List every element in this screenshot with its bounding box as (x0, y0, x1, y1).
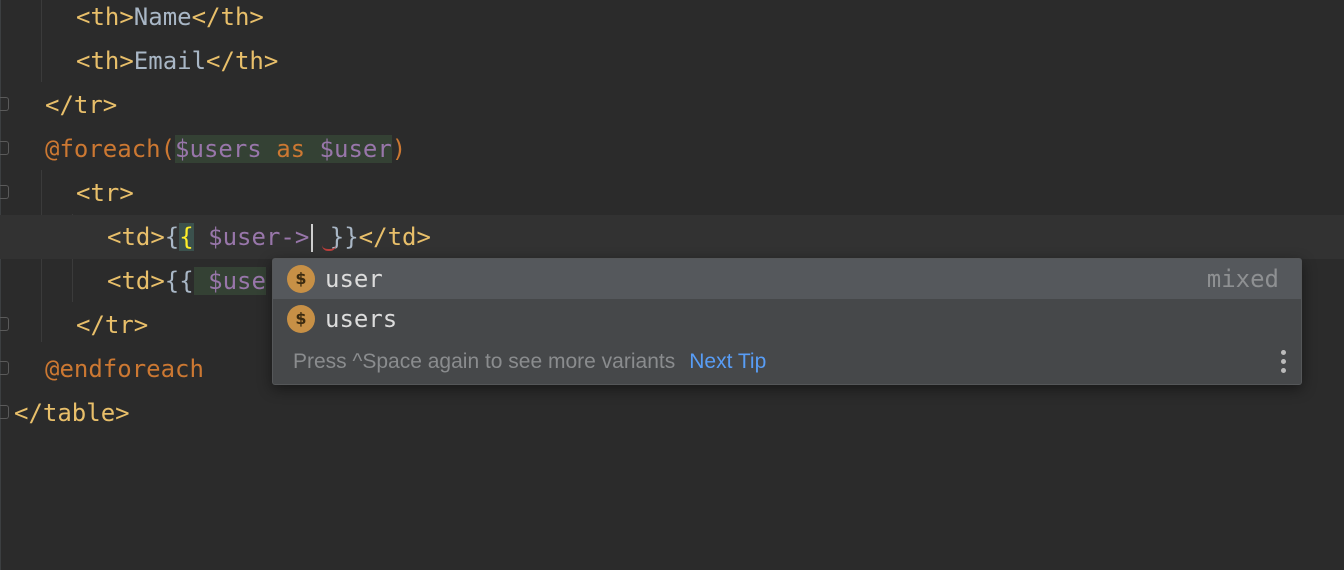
tag-token: <td> (107, 267, 165, 295)
completion-hint: Press ^Space again to see more variants (293, 350, 676, 373)
tag-token: <th> (76, 47, 134, 75)
code-line[interactable]: <th>Name</th> (0, 0, 1344, 39)
more-options-icon[interactable] (1281, 350, 1287, 376)
tag-token: </td> (358, 223, 431, 251)
brace-highlight: { (179, 223, 194, 251)
code-line[interactable]: </tr> (0, 83, 1344, 127)
completion-footer: Press ^Space again to see more variants N… (293, 343, 766, 381)
tag-token: <th> (76, 3, 134, 31)
completion-item[interactable]: $ users (273, 299, 1301, 339)
code-editor[interactable]: <th>Name</th> <th>Email</th> </tr> @fore… (0, 0, 1344, 570)
next-tip-link[interactable]: Next Tip (689, 350, 766, 373)
directive-token: @endforeach (45, 355, 204, 383)
tag-token: <td> (107, 223, 165, 251)
tag-token: </th> (206, 47, 279, 75)
directive-token: ) (391, 135, 407, 163)
directive-token: @foreach( (45, 135, 176, 163)
code-line-current[interactable]: <td>{{ $user-> }}</td> (0, 215, 1344, 259)
completion-popup[interactable]: $ user mixed $ users Press ^Space again … (272, 258, 1302, 385)
brace-token: {{ (164, 267, 194, 295)
text-token: Name (133, 3, 192, 31)
variable-token: $users (175, 135, 262, 163)
tag-token: </table> (14, 399, 130, 427)
completion-item-type: mixed (1206, 265, 1279, 293)
variable-token: $user-> (208, 223, 310, 251)
tag-token: </tr> (45, 91, 118, 119)
variable-token: $user (319, 135, 392, 163)
variable-token: $use (208, 267, 266, 295)
variable-icon: $ (287, 305, 315, 333)
text-caret (311, 224, 314, 252)
text-token: Email (133, 47, 207, 75)
tag-token: </tr> (76, 311, 149, 339)
code-line[interactable]: </table> (0, 391, 1344, 435)
brace-token: { (164, 223, 180, 251)
completion-item[interactable]: $ user mixed (273, 259, 1301, 299)
code-line[interactable]: @foreach($users as $user) (0, 127, 1344, 171)
code-line[interactable]: <tr> (0, 171, 1344, 215)
variable-icon: $ (287, 265, 315, 293)
tag-token: <tr> (76, 179, 134, 207)
completion-item-label: user (325, 265, 383, 293)
completion-item-label: users (325, 305, 398, 333)
code-line[interactable]: <th>Email</th> (0, 39, 1344, 83)
keyword-token: as (261, 135, 320, 163)
tag-token: </th> (191, 3, 264, 31)
